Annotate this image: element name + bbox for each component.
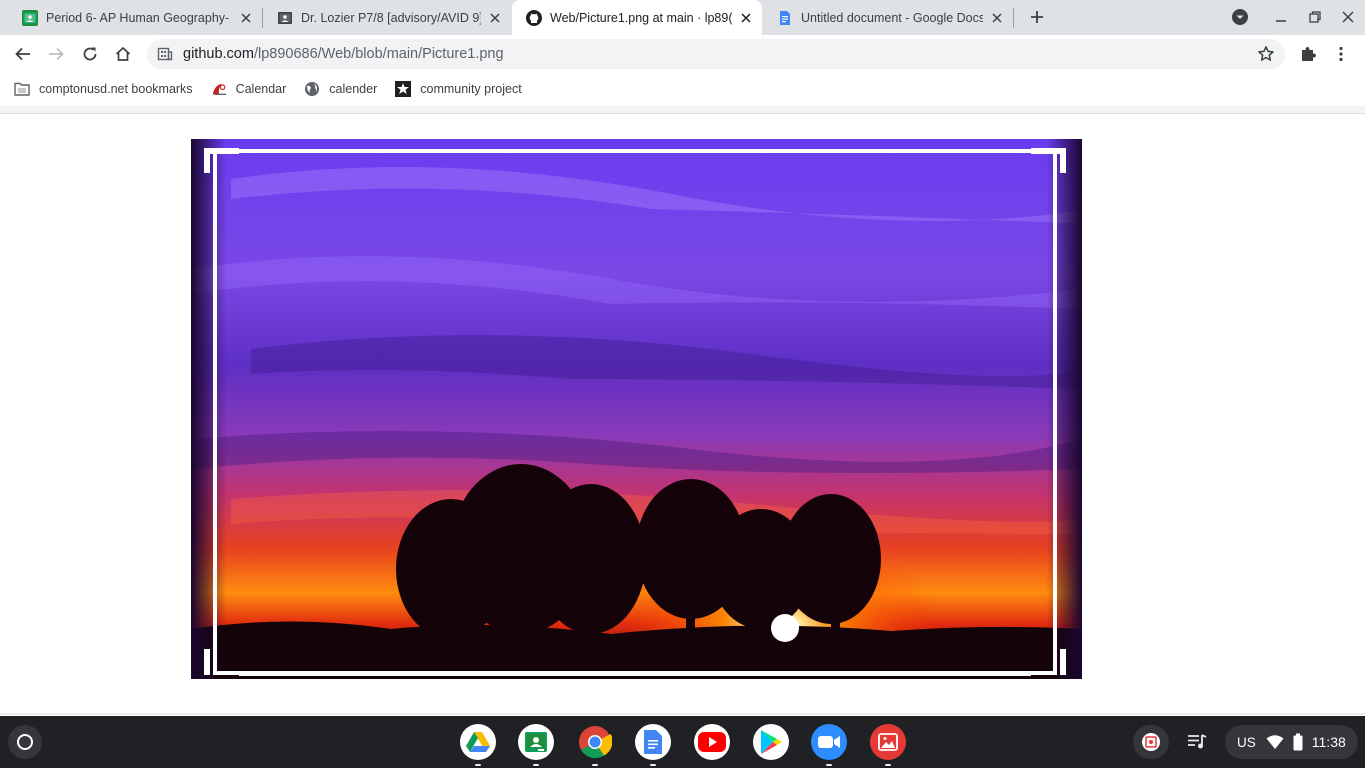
battery-icon	[1293, 733, 1303, 751]
bookmarks-bar: comptonusd.net bookmarks Calendar calend…	[0, 73, 1365, 105]
running-indicator	[475, 764, 481, 766]
tab-close-icon[interactable]	[989, 10, 1005, 26]
tab-title: Period 6- AP Human Geography-	[46, 10, 230, 25]
extensions-button[interactable]	[1293, 39, 1323, 69]
media-queue-icon	[1188, 734, 1207, 749]
puzzle-icon	[1302, 47, 1316, 61]
gallery-app[interactable]	[870, 724, 906, 766]
tab-close-icon[interactable]	[238, 10, 254, 26]
tab-title: Untitled document - Google Docs	[801, 10, 983, 25]
tab-separator	[1013, 8, 1014, 28]
sunset-image	[191, 139, 1082, 679]
google-classroom-app[interactable]	[518, 724, 554, 766]
google-classroom-icon	[525, 732, 547, 752]
bookmark-label: Calendar	[235, 82, 287, 96]
google-drive-app[interactable]	[460, 724, 496, 766]
tab-ap-human-geography[interactable]: Period 6- AP Human Geography-	[8, 0, 262, 35]
back-button[interactable]	[8, 39, 38, 69]
zoom-icon	[818, 736, 840, 748]
launcher-icon	[17, 734, 33, 750]
status-tray[interactable]: US 11:38	[1225, 725, 1358, 759]
tab-google-docs[interactable]: Untitled document - Google Docs	[763, 0, 1013, 35]
bookmark-calender[interactable]: calender	[304, 81, 377, 97]
launcher-button[interactable]	[8, 725, 42, 759]
play-store-icon	[761, 730, 782, 754]
restore-icon	[1309, 11, 1321, 23]
url-path: /lp890686/Web/blob/main/Picture1.png	[253, 46, 504, 62]
bookmark-star-icon[interactable]	[1257, 45, 1275, 63]
tab-search-button[interactable]	[1229, 6, 1251, 28]
bookmark-label: comptonusd.net bookmarks	[39, 82, 193, 96]
tab-lozier-advisory[interactable]: Dr. Lozier P7/8 [advisory/AVID 9]	[263, 0, 511, 35]
home-button[interactable]	[108, 39, 138, 69]
toolbar-divider	[0, 106, 1365, 114]
github-icon	[526, 9, 542, 26]
minimize-button[interactable]	[1270, 6, 1292, 28]
puzzle-star-icon	[395, 81, 412, 97]
wifi-icon	[1266, 735, 1284, 749]
restore-button[interactable]	[1304, 6, 1326, 28]
bookmark-calendar[interactable]: Calendar	[211, 81, 287, 97]
new-tab-button[interactable]	[1026, 6, 1048, 28]
menu-button[interactable]	[1326, 39, 1356, 69]
os-shelf: US 11:38	[0, 716, 1365, 768]
google-docs-icon	[644, 730, 662, 754]
address-bar[interactable]: github.com/lp890686/Web/blob/main/Pictur…	[147, 39, 1285, 69]
url-text: github.com/lp890686/Web/blob/main/Pictur…	[183, 46, 504, 62]
viewport-edge	[0, 713, 1365, 715]
tab-close-icon[interactable]	[738, 10, 754, 26]
bookmark-community-project[interactable]: community project	[395, 81, 522, 97]
docs-icon	[777, 10, 793, 26]
chrome-app[interactable]	[577, 724, 613, 766]
url-domain: github.com	[183, 46, 254, 62]
reload-button[interactable]	[75, 39, 105, 69]
close-window-button[interactable]	[1337, 6, 1359, 28]
tab-close-icon[interactable]	[487, 10, 503, 26]
running-indicator	[650, 764, 656, 766]
minimize-icon	[1276, 20, 1286, 22]
running-indicator	[826, 764, 832, 766]
browser-toolbar: github.com/lp890686/Web/blob/main/Pictur…	[0, 35, 1365, 73]
folder-icon	[14, 81, 30, 97]
running-indicator	[533, 764, 539, 766]
play-store-app[interactable]	[753, 724, 789, 760]
chevron-down-circle-icon	[1232, 9, 1248, 25]
calendar-logo-icon	[211, 81, 227, 97]
screen-capture-button[interactable]	[1133, 725, 1169, 759]
classroom-dark-icon	[277, 10, 293, 26]
clock: 11:38	[1311, 734, 1346, 750]
youtube-icon	[698, 732, 726, 752]
site-info-icon[interactable]	[157, 46, 173, 62]
tab-github-picture[interactable]: Web/Picture1.png at main · lp89(	[512, 0, 762, 35]
media-queue-button[interactable]	[1179, 725, 1215, 759]
google-docs-app[interactable]	[635, 724, 671, 766]
running-indicator	[592, 764, 598, 766]
arrow-right-icon	[49, 47, 64, 61]
reload-icon	[83, 47, 97, 61]
tab-title: Dr. Lozier P7/8 [advisory/AVID 9]	[301, 10, 481, 25]
sunset-illustration	[191, 139, 1082, 679]
gallery-icon	[878, 733, 898, 751]
chrome-icon	[579, 726, 612, 759]
zoom-app[interactable]	[811, 724, 847, 766]
classroom-icon	[22, 9, 38, 26]
plus-icon	[1031, 11, 1043, 23]
globe-icon	[304, 81, 320, 97]
page-viewport	[0, 115, 1365, 715]
screen-capture-icon	[1142, 733, 1160, 751]
kebab-menu-icon	[1339, 46, 1343, 62]
bookmark-label: calender	[329, 82, 378, 96]
tab-strip: Period 6- AP Human Geography- Dr. Lozier…	[0, 0, 1365, 35]
running-indicator	[885, 764, 891, 766]
input-method-label: US	[1237, 734, 1256, 750]
tab-title: Web/Picture1.png at main · lp89(	[550, 10, 732, 25]
google-drive-icon	[466, 732, 490, 752]
home-icon	[115, 46, 131, 61]
arrow-left-icon	[15, 47, 30, 61]
bookmark-label: community project	[420, 82, 522, 96]
forward-button[interactable]	[41, 39, 71, 69]
close-icon	[1342, 11, 1354, 23]
youtube-app[interactable]	[694, 724, 730, 760]
bookmark-comptonusd[interactable]: comptonusd.net bookmarks	[14, 81, 193, 97]
